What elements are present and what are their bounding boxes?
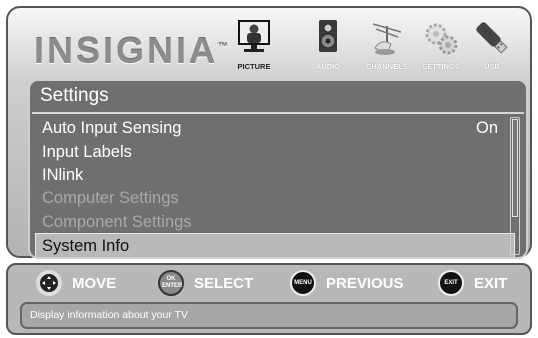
usb-icon: [472, 18, 512, 58]
picture-icon: [234, 18, 274, 58]
tab-label: USB: [484, 62, 500, 71]
tab-label: AUDIO: [315, 62, 341, 71]
insignia-logo: INSIGNIA™: [34, 30, 229, 71]
menu-item-value: On: [475, 119, 498, 137]
tab-settings[interactable]: SETTINGS: [421, 18, 461, 71]
tab-label: CHANNELS: [366, 62, 408, 71]
speaker-icon: [308, 18, 348, 58]
tab-label: PICTURE: [237, 62, 271, 71]
hint-label: MOVE: [72, 274, 117, 292]
hint-label: PREVIOUS: [326, 274, 404, 292]
menu-item-label: INlink: [42, 166, 84, 184]
hint-select: OK ENTER SELECT: [158, 270, 253, 296]
description-box: Display information about your TV: [20, 302, 518, 329]
menu-item-label: Component Settings: [42, 213, 192, 231]
antenna-icon: [367, 18, 407, 58]
menu-item-input-labels[interactable]: Input Labels: [36, 140, 514, 164]
hint-label: SELECT: [194, 274, 254, 292]
hint-previous: MENU PREVIOUS: [290, 270, 404, 296]
menu-item-computer-settings: Computer Settings: [36, 186, 514, 210]
exit-button-icon: EXIT: [438, 270, 464, 296]
menu-item-system-info[interactable]: System Info: [35, 233, 515, 257]
menu-item-label: Input Labels: [42, 143, 132, 161]
menu-title: Settings: [40, 85, 109, 106]
ok-enter-button-icon: OK ENTER: [158, 270, 184, 296]
tv-menu-screen: INSIGNIA™ PICTURE AUDIO CHANNELS SETTING…: [6, 6, 532, 259]
tab-channels[interactable]: CHANNELS: [366, 18, 408, 71]
menu-button-icon: MENU: [290, 270, 316, 296]
description-text: Display information about your TV: [30, 309, 188, 321]
button-hints-bar: MOVE OK ENTER SELECT MENU PREVIOUS EXIT …: [6, 263, 532, 335]
hint-exit: EXIT EXIT: [438, 270, 507, 296]
hint-move: MOVE: [36, 270, 116, 296]
tab-picture[interactable]: PICTURE: [234, 18, 274, 71]
title-divider: [32, 112, 524, 114]
menu-item-label: System Info: [42, 237, 130, 255]
hint-label: EXIT: [474, 274, 508, 292]
tab-label: SETTINGS: [422, 62, 460, 71]
menu-item-label: Computer Settings: [42, 189, 179, 207]
menu-item-inlink[interactable]: INlink: [36, 163, 514, 187]
gears-icon: [421, 18, 461, 58]
menu-item-auto-input-sensing[interactable]: Auto Input Sensing On: [36, 116, 514, 140]
move-dpad-icon: [36, 270, 62, 296]
menu-item-component-settings: Component Settings: [36, 210, 514, 234]
scrollbar-thumb[interactable]: [512, 119, 518, 217]
menu-scrollbar[interactable]: [510, 117, 520, 255]
tab-usb[interactable]: USB: [472, 18, 512, 71]
settings-menu-panel: Settings Auto Input Sensing On Input Lab…: [28, 79, 528, 259]
tab-audio[interactable]: AUDIO: [308, 18, 348, 71]
menu-item-label: Auto Input Sensing: [42, 119, 182, 137]
